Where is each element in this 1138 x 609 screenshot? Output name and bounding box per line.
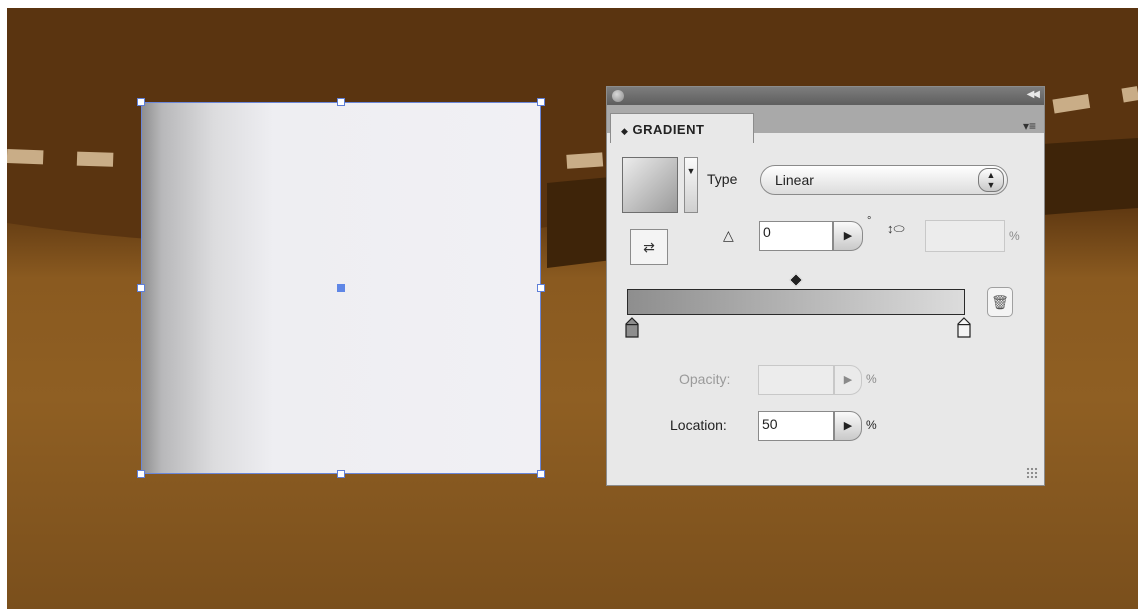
type-label: Type	[707, 171, 738, 187]
aspect-ratio-icon: ↕⬭	[887, 221, 905, 236]
gradient-slider[interactable]	[627, 289, 965, 315]
location-input[interactable]: 50	[758, 411, 834, 441]
gradient-midpoint-diamond[interactable]	[788, 272, 804, 288]
location-unit: %	[866, 418, 877, 432]
handle-bottom-right[interactable]	[537, 470, 545, 478]
panel-titlebar[interactable]: ◀◀	[607, 87, 1044, 105]
type-select[interactable]: Linear ▲ ▼	[760, 165, 1008, 195]
swatch-dropdown-icon[interactable]: ▼	[684, 157, 698, 213]
handle-bottom-left[interactable]	[137, 470, 145, 478]
location-dropdown-icon[interactable]: ▶	[834, 411, 862, 441]
aspect-ratio-input[interactable]	[925, 220, 1005, 252]
opacity-label: Opacity:	[679, 371, 731, 387]
handle-bottom-middle[interactable]	[337, 470, 345, 478]
gradient-stop-right[interactable]	[956, 317, 972, 339]
handle-middle-left[interactable]	[137, 284, 145, 292]
gradient-swatch[interactable]	[622, 157, 678, 213]
handle-top-left[interactable]	[137, 98, 145, 106]
collapse-icon[interactable]: ◀◀	[1027, 89, 1040, 100]
gradient-panel: ◀◀ ◆ GRADIENT ▾≡ ▼ Type Linear ▲ ▼ ⇄ △ 0 …	[606, 86, 1045, 486]
handle-middle-right[interactable]	[537, 284, 545, 292]
resize-grip-icon[interactable]	[1026, 467, 1038, 479]
double-chevron-icon: ◆	[621, 126, 629, 136]
location-label: Location:	[670, 417, 727, 433]
reverse-gradient-button[interactable]: ⇄	[630, 229, 668, 265]
angle-input[interactable]: 0	[759, 221, 833, 251]
panel-menu-icon[interactable]: ▾≡	[1023, 119, 1036, 133]
opacity-unit: %	[866, 372, 877, 386]
select-stepper-icon: ▲ ▼	[978, 168, 1004, 192]
gradient-stop-left[interactable]	[624, 317, 640, 339]
type-value: Linear	[775, 172, 814, 188]
handle-top-right[interactable]	[537, 98, 545, 106]
opacity-dropdown-icon[interactable]: ▶	[834, 365, 862, 395]
angle-icon: △	[723, 227, 734, 243]
aspect-unit: %	[1009, 229, 1020, 243]
tab-gradient-label: GRADIENT	[632, 122, 705, 137]
handle-top-middle[interactable]	[337, 98, 345, 106]
center-point[interactable]	[337, 284, 345, 292]
angle-dropdown-icon[interactable]: ▶	[833, 221, 863, 251]
tab-gradient[interactable]: ◆ GRADIENT	[610, 113, 754, 143]
trash-icon[interactable]: 🗑	[987, 287, 1013, 317]
opacity-input[interactable]	[758, 365, 834, 395]
degree-symbol: °	[867, 215, 872, 227]
close-icon[interactable]	[612, 90, 624, 102]
